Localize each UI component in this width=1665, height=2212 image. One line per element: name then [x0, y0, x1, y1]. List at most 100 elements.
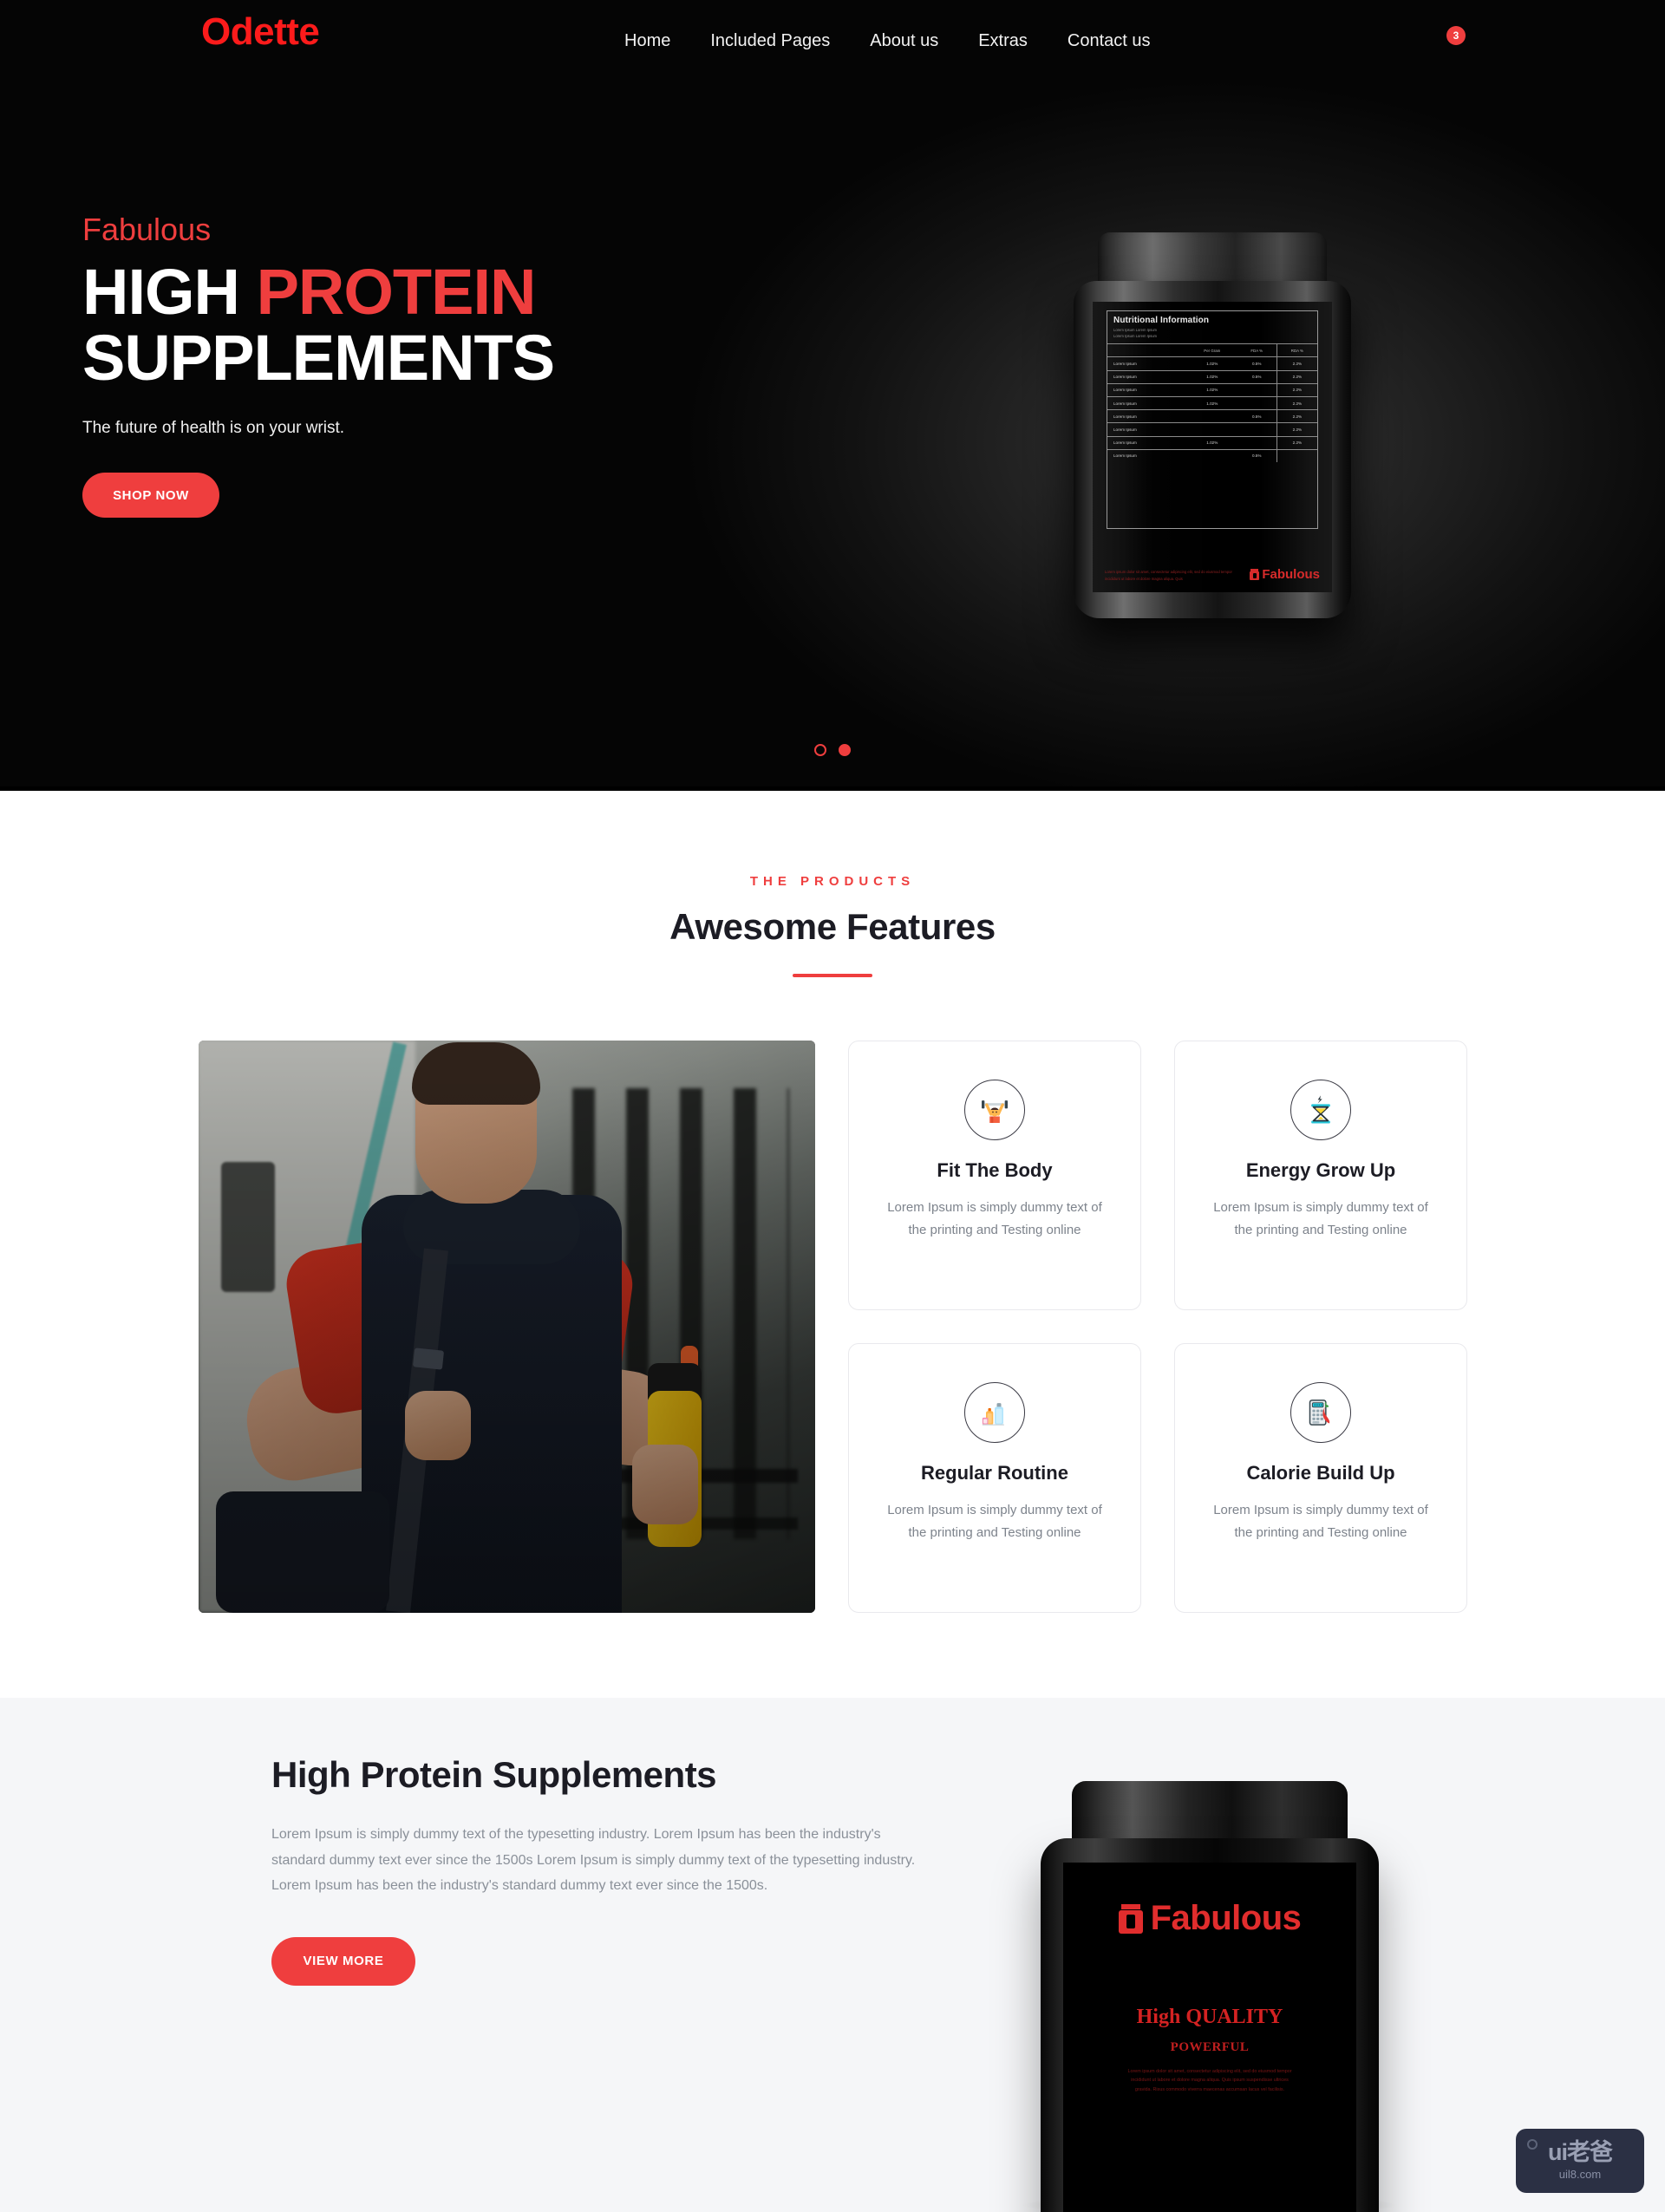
nutrition-cell: 1.02%: [1186, 369, 1237, 384]
nutrition-cell: 2.2%: [1276, 369, 1317, 384]
feature-card-title: Calorie Build Up: [1246, 1462, 1395, 1484]
jar-brand-text: Fabulous: [1262, 567, 1320, 582]
hourglass-energy-icon: [1290, 1080, 1351, 1140]
nutrition-cell: 2.2%: [1276, 435, 1317, 450]
nutrition-cell: 1.02%: [1186, 356, 1237, 371]
hero-heading-line1-accent: PROTEIN: [256, 256, 537, 328]
nutrition-header-row: Per Gram FDA % RDA %: [1107, 343, 1317, 357]
features-content: Fit The Body Lorem Ipsum is simply dummy…: [199, 1041, 1467, 1613]
hero-heading: HIGH PROTEIN SUPPLEMENTS: [82, 256, 555, 395]
feature-card-calorie-build-up[interactable]: Calorie Build Up Lorem Ipsum is simply d…: [1174, 1343, 1467, 1613]
nutrition-title: Nutritional Information: [1113, 316, 1210, 325]
section-divider: [793, 974, 872, 977]
promo-jar-logo-icon: [1118, 1903, 1143, 1934]
nutrition-cell: [1186, 448, 1237, 462]
carousel-dot-1[interactable]: [814, 744, 826, 756]
nutrition-subline-2: Lorem Ipsum Lorem Ipsum: [1113, 334, 1158, 339]
jar-body: Nutritional Information Lorem Ipsum Lore…: [1074, 281, 1351, 618]
nutrition-row: Lorem Ipsum 1.02% 0.5% 2.2%: [1107, 369, 1317, 384]
cart-count-badge: 3: [1446, 26, 1466, 45]
shop-now-button[interactable]: SHOP NOW: [82, 473, 219, 519]
nutrition-cell: 2.2%: [1276, 422, 1317, 437]
nutrition-cell: Lorem Ipsum: [1107, 369, 1187, 384]
promo-section: High Protein Supplements Lorem Ipsum is …: [0, 1698, 1665, 2212]
feature-card-text: Lorem Ipsum is simply dummy text of the …: [1213, 1503, 1428, 1541]
nutrition-cell: 2.2%: [1276, 396, 1317, 410]
nutrition-cell: Lorem Ipsum: [1107, 382, 1187, 397]
nav-item-contact-us[interactable]: Contact us: [1048, 31, 1171, 51]
promo-title: High Protein Supplements: [271, 1754, 717, 1795]
nutrition-col-2: FDA %: [1237, 343, 1277, 357]
promo-jar-brand-text: Fabulous: [1150, 1899, 1302, 1937]
athlete-photo: [199, 1041, 815, 1613]
nav-item-about-us[interactable]: About us: [850, 31, 958, 51]
weightlifter-icon: [964, 1080, 1025, 1140]
nutrition-col-1: Per Gram: [1186, 343, 1237, 357]
nutrition-cell: Lorem Ipsum: [1107, 356, 1187, 371]
hero-section: Odette Home Included Pages About us Extr…: [0, 0, 1665, 791]
features-title: Awesome Features: [669, 906, 996, 947]
promo-product-image: Fabulous High QUALITY POWERFUL Lorem ips…: [1041, 1781, 1379, 2212]
watermark-main: ui老爸: [1548, 2139, 1613, 2165]
nutrition-subtext: Lorem Ipsum Lorem Ipsum Lorem Ipsum Lore…: [1107, 327, 1317, 339]
promo-content: High Protein Supplements Lorem Ipsum is …: [271, 1754, 930, 1986]
nutrition-cell: [1237, 422, 1277, 437]
nutrition-subline-1: Lorem Ipsum Lorem Ipsum: [1113, 328, 1158, 332]
feature-cards: Fit The Body Lorem Ipsum is simply dummy…: [848, 1041, 1467, 1613]
nutrition-cell: 0.5%: [1237, 369, 1277, 384]
promo-jar-subhead: POWERFUL: [1170, 2040, 1250, 2054]
calorie-calculator-icon: [1290, 1382, 1351, 1443]
nutrition-row: Lorem Ipsum 1.02% 2.2%: [1107, 435, 1317, 450]
nutrition-cell: Lorem Ipsum: [1107, 435, 1187, 450]
nav-links: Home Included Pages About us Extras Cont…: [604, 31, 1171, 51]
hero-content: Fabulous HIGH PROTEIN SUPPLEMENTS The fu…: [82, 212, 555, 519]
nutrition-cell: [1237, 382, 1277, 397]
nutrition-cell: 0.5%: [1237, 409, 1277, 423]
feature-card-fit-the-body[interactable]: Fit The Body Lorem Ipsum is simply dummy…: [848, 1041, 1141, 1310]
hero-subtitle: The future of health is on your wrist.: [82, 419, 345, 438]
watermark-dot-icon: [1527, 2139, 1538, 2150]
hero-eyebrow: Fabulous: [82, 212, 212, 247]
feature-card-energy-grow-up[interactable]: Energy Grow Up Lorem Ipsum is simply dum…: [1174, 1041, 1467, 1310]
nutrition-table-body: Lorem Ipsum 1.02% 0.5% 2.2% Lorem Ipsum 1.02%…: [1107, 356, 1317, 462]
feature-card-regular-routine[interactable]: Regular Routine Lorem Ipsum is simply du…: [848, 1343, 1141, 1613]
promo-jar-description: Lorem ipsum dolor sit amet, consectetur …: [1127, 2069, 1292, 2092]
feature-card-title: Energy Grow Up: [1245, 1159, 1396, 1181]
nav-item-home[interactable]: Home: [604, 31, 690, 51]
view-more-button[interactable]: VIEW MORE: [271, 1936, 415, 1986]
site-logo[interactable]: Odette: [201, 10, 320, 54]
nutrition-cell: Lorem Ipsum: [1107, 448, 1187, 462]
nutrition-cell: [1237, 396, 1277, 410]
nutrition-cell: 0.5%: [1237, 448, 1277, 462]
nav-item-extras[interactable]: Extras: [958, 31, 1048, 51]
nutrition-cell: [1186, 422, 1237, 437]
nutrition-cell: 1.02%: [1186, 382, 1237, 397]
nav-item-included-pages[interactable]: Included Pages: [690, 31, 850, 51]
nutrition-cell: [1237, 435, 1277, 450]
nutrition-row: Lorem Ipsum 0.5%: [1107, 448, 1317, 462]
main-navigation: Odette Home Included Pages About us Extr…: [0, 0, 1665, 87]
nutrition-row: Lorem Ipsum 1.02% 2.2%: [1107, 382, 1317, 397]
carousel-dot-2[interactable]: [839, 744, 851, 756]
nutrition-cell: 0.5%: [1237, 356, 1277, 371]
cart-button[interactable]: 3: [1441, 23, 1476, 57]
nutrition-cell: Lorem Ipsum: [1107, 409, 1187, 423]
jar-footer: Lorem ipsum dolor sit amet, consectetur …: [1105, 567, 1320, 582]
promo-jar-body: Fabulous High QUALITY POWERFUL Lorem ips…: [1041, 1838, 1379, 2212]
promo-jar-label: Fabulous High QUALITY POWERFUL Lorem ips…: [1063, 1863, 1356, 2212]
nutrition-table: Per Gram FDA % RDA % Lorem Ipsum 1.02% 0.5…: [1107, 343, 1317, 462]
hero-heading-line2: SUPPLEMENTS: [82, 322, 555, 395]
nutritional-information-panel: Nutritional Information Lorem Ipsum Lore…: [1107, 310, 1318, 529]
nutrition-cell: Lorem Ipsum: [1107, 422, 1187, 437]
nutrition-row: Lorem Ipsum 0.5% 2.2%: [1107, 409, 1317, 423]
nutrition-cell: 1.02%: [1186, 435, 1237, 450]
nutrition-cell: 2.2%: [1276, 409, 1317, 423]
jar-logo-icon: [1250, 569, 1260, 580]
jar-footnote: Lorem ipsum dolor sit amet, consectetur …: [1105, 570, 1232, 581]
site-watermark: ui老爸 uil8.com: [1516, 2129, 1644, 2193]
jar-label: Nutritional Information Lorem Ipsum Lore…: [1093, 302, 1332, 592]
feature-card-title: Fit The Body: [937, 1159, 1053, 1181]
nutrition-col-0: [1107, 343, 1187, 357]
hero-product-image: Nutritional Information Lorem Ipsum Lore…: [1074, 232, 1351, 618]
nutrition-cell: [1186, 409, 1237, 423]
